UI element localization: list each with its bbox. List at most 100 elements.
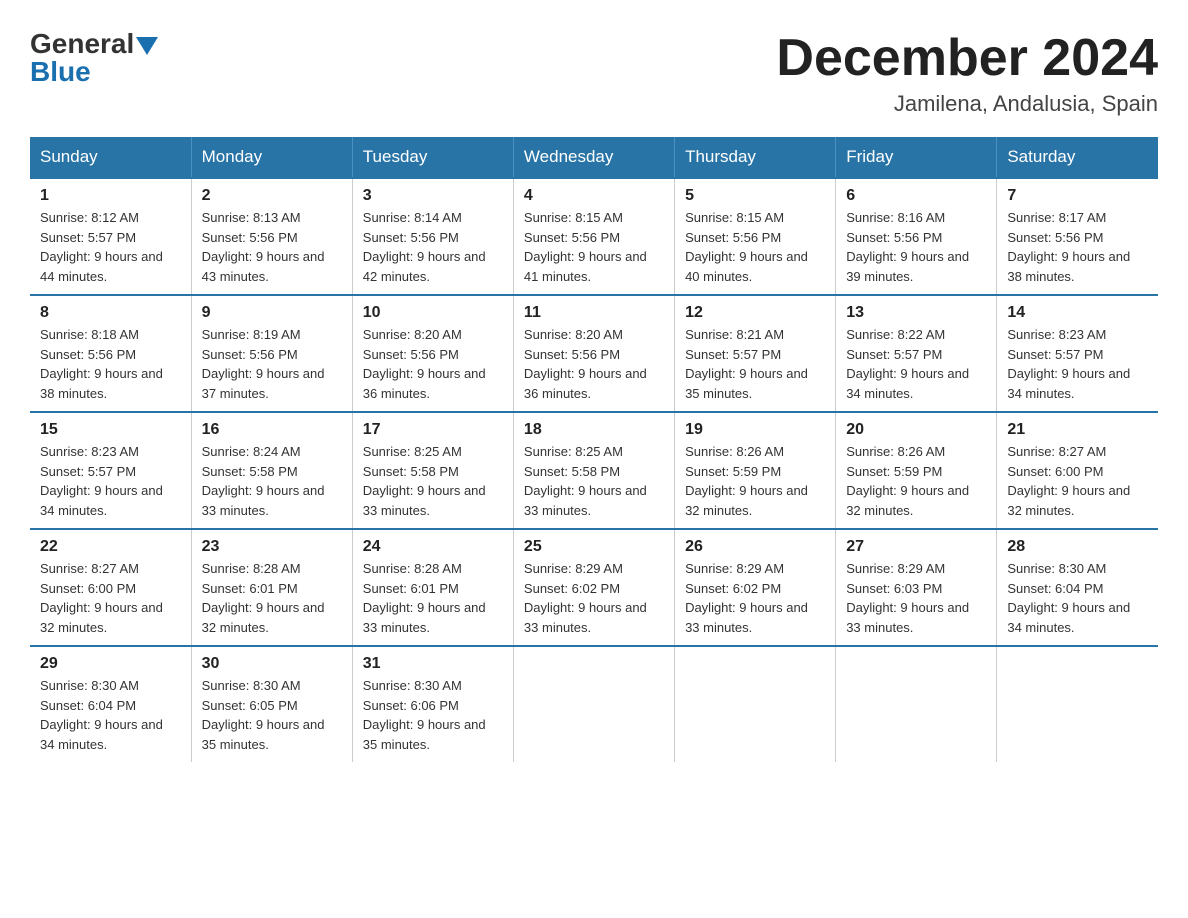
day-number: 2	[202, 187, 342, 205]
day-info: Sunrise: 8:28 AMSunset: 6:01 PMDaylight:…	[363, 559, 503, 637]
day-info: Sunrise: 8:29 AMSunset: 6:02 PMDaylight:…	[685, 559, 825, 637]
calendar-cell: 8 Sunrise: 8:18 AMSunset: 5:56 PMDaylight…	[30, 295, 191, 412]
day-info: Sunrise: 8:26 AMSunset: 5:59 PMDaylight:…	[846, 442, 986, 520]
day-info: Sunrise: 8:19 AMSunset: 5:56 PMDaylight:…	[202, 325, 342, 403]
calendar-cell: 11 Sunrise: 8:20 AMSunset: 5:56 PMDayligh…	[513, 295, 674, 412]
logo-general-text: General	[30, 30, 134, 58]
weekday-header-row: SundayMondayTuesdayWednesdayThursdayFrid…	[30, 137, 1158, 178]
day-number: 29	[40, 655, 181, 673]
calendar-week-row: 8 Sunrise: 8:18 AMSunset: 5:56 PMDaylight…	[30, 295, 1158, 412]
day-info: Sunrise: 8:23 AMSunset: 5:57 PMDaylight:…	[40, 442, 181, 520]
day-number: 10	[363, 304, 503, 322]
day-number: 14	[1007, 304, 1148, 322]
calendar-cell: 25 Sunrise: 8:29 AMSunset: 6:02 PMDayligh…	[513, 529, 674, 646]
day-number: 12	[685, 304, 825, 322]
calendar-cell: 31Sunrise: 8:30 AMSunset: 6:06 PMDayligh…	[352, 646, 513, 762]
day-number: 13	[846, 304, 986, 322]
day-number: 5	[685, 187, 825, 205]
day-number: 23	[202, 538, 342, 556]
day-info: Sunrise: 8:27 AMSunset: 6:00 PMDaylight:…	[40, 559, 181, 637]
day-info: Sunrise: 8:12 AMSunset: 5:57 PMDaylight:…	[40, 208, 181, 286]
day-number: 11	[524, 304, 664, 322]
day-info: Sunrise: 8:25 AMSunset: 5:58 PMDaylight:…	[363, 442, 503, 520]
calendar-cell: 18 Sunrise: 8:25 AMSunset: 5:58 PMDayligh…	[513, 412, 674, 529]
calendar-week-row: 22Sunrise: 8:27 AMSunset: 6:00 PMDayligh…	[30, 529, 1158, 646]
calendar-cell: 15 Sunrise: 8:23 AMSunset: 5:57 PMDayligh…	[30, 412, 191, 529]
calendar-cell: 24 Sunrise: 8:28 AMSunset: 6:01 PMDayligh…	[352, 529, 513, 646]
day-number: 3	[363, 187, 503, 205]
calendar-cell	[675, 646, 836, 762]
calendar-cell: 13Sunrise: 8:22 AMSunset: 5:57 PMDayligh…	[836, 295, 997, 412]
calendar-cell: 6Sunrise: 8:16 AMSunset: 5:56 PMDaylight…	[836, 178, 997, 295]
day-number: 18	[524, 421, 664, 439]
calendar-cell: 10 Sunrise: 8:20 AMSunset: 5:56 PMDayligh…	[352, 295, 513, 412]
day-number: 30	[202, 655, 342, 673]
day-info: Sunrise: 8:30 AMSunset: 6:04 PMDaylight:…	[1007, 559, 1148, 637]
calendar-cell: 12 Sunrise: 8:21 AMSunset: 5:57 PMDayligh…	[675, 295, 836, 412]
day-number: 27	[846, 538, 986, 556]
day-info: Sunrise: 8:18 AMSunset: 5:56 PMDaylight:…	[40, 325, 181, 403]
day-info: Sunrise: 8:25 AMSunset: 5:58 PMDaylight:…	[524, 442, 664, 520]
calendar-cell: 20 Sunrise: 8:26 AMSunset: 5:59 PMDayligh…	[836, 412, 997, 529]
calendar-cell: 17Sunrise: 8:25 AMSunset: 5:58 PMDayligh…	[352, 412, 513, 529]
day-info: Sunrise: 8:30 AMSunset: 6:05 PMDaylight:…	[202, 676, 342, 754]
calendar-cell	[513, 646, 674, 762]
calendar-cell: 26Sunrise: 8:29 AMSunset: 6:02 PMDayligh…	[675, 529, 836, 646]
day-info: Sunrise: 8:27 AMSunset: 6:00 PMDaylight:…	[1007, 442, 1148, 520]
calendar-cell: 28 Sunrise: 8:30 AMSunset: 6:04 PMDayligh…	[997, 529, 1158, 646]
calendar-cell: 27Sunrise: 8:29 AMSunset: 6:03 PMDayligh…	[836, 529, 997, 646]
day-info: Sunrise: 8:15 AMSunset: 5:56 PMDaylight:…	[685, 208, 825, 286]
day-info: Sunrise: 8:28 AMSunset: 6:01 PMDaylight:…	[202, 559, 342, 637]
calendar-cell: 9 Sunrise: 8:19 AMSunset: 5:56 PMDaylight…	[191, 295, 352, 412]
calendar-cell: 21Sunrise: 8:27 AMSunset: 6:00 PMDayligh…	[997, 412, 1158, 529]
calendar-cell: 7 Sunrise: 8:17 AMSunset: 5:56 PMDaylight…	[997, 178, 1158, 295]
day-number: 24	[363, 538, 503, 556]
day-number: 4	[524, 187, 664, 205]
calendar-cell: 16 Sunrise: 8:24 AMSunset: 5:58 PMDayligh…	[191, 412, 352, 529]
weekday-header-sunday: Sunday	[30, 137, 191, 178]
day-info: Sunrise: 8:17 AMSunset: 5:56 PMDaylight:…	[1007, 208, 1148, 286]
day-number: 9	[202, 304, 342, 322]
calendar-week-row: 29 Sunrise: 8:30 AMSunset: 6:04 PMDayligh…	[30, 646, 1158, 762]
day-info: Sunrise: 8:20 AMSunset: 5:56 PMDaylight:…	[524, 325, 664, 403]
weekday-header-monday: Monday	[191, 137, 352, 178]
logo-blue-text: Blue	[30, 58, 91, 86]
day-info: Sunrise: 8:16 AMSunset: 5:56 PMDaylight:…	[846, 208, 986, 286]
day-number: 19	[685, 421, 825, 439]
day-info: Sunrise: 8:21 AMSunset: 5:57 PMDaylight:…	[685, 325, 825, 403]
day-info: Sunrise: 8:29 AMSunset: 6:02 PMDaylight:…	[524, 559, 664, 637]
calendar-cell: 4 Sunrise: 8:15 AMSunset: 5:56 PMDaylight…	[513, 178, 674, 295]
day-number: 1	[40, 187, 181, 205]
weekday-header-friday: Friday	[836, 137, 997, 178]
calendar-cell: 19 Sunrise: 8:26 AMSunset: 5:59 PMDayligh…	[675, 412, 836, 529]
calendar-week-row: 15 Sunrise: 8:23 AMSunset: 5:57 PMDayligh…	[30, 412, 1158, 529]
day-number: 16	[202, 421, 342, 439]
day-number: 15	[40, 421, 181, 439]
logo: General Blue	[30, 30, 158, 86]
calendar-cell: 14Sunrise: 8:23 AMSunset: 5:57 PMDayligh…	[997, 295, 1158, 412]
calendar-cell: 29 Sunrise: 8:30 AMSunset: 6:04 PMDayligh…	[30, 646, 191, 762]
location-title: Jamilena, Andalusia, Spain	[776, 91, 1158, 117]
day-number: 8	[40, 304, 181, 322]
month-title: December 2024	[776, 30, 1158, 87]
calendar-cell: 30 Sunrise: 8:30 AMSunset: 6:05 PMDayligh…	[191, 646, 352, 762]
day-info: Sunrise: 8:20 AMSunset: 5:56 PMDaylight:…	[363, 325, 503, 403]
calendar-cell: 3Sunrise: 8:14 AMSunset: 5:56 PMDaylight…	[352, 178, 513, 295]
weekday-header-saturday: Saturday	[997, 137, 1158, 178]
weekday-header-wednesday: Wednesday	[513, 137, 674, 178]
calendar-cell: 2Sunrise: 8:13 AMSunset: 5:56 PMDaylight…	[191, 178, 352, 295]
day-number: 28	[1007, 538, 1148, 556]
calendar-cell: 5 Sunrise: 8:15 AMSunset: 5:56 PMDaylight…	[675, 178, 836, 295]
calendar-cell: 1 Sunrise: 8:12 AMSunset: 5:57 PMDaylight…	[30, 178, 191, 295]
day-info: Sunrise: 8:30 AMSunset: 6:04 PMDaylight:…	[40, 676, 181, 754]
page-header: General Blue December 2024 Jamilena, And…	[30, 30, 1158, 117]
day-info: Sunrise: 8:26 AMSunset: 5:59 PMDaylight:…	[685, 442, 825, 520]
day-info: Sunrise: 8:30 AMSunset: 6:06 PMDaylight:…	[363, 676, 503, 754]
weekday-header-tuesday: Tuesday	[352, 137, 513, 178]
day-number: 7	[1007, 187, 1148, 205]
day-number: 25	[524, 538, 664, 556]
day-number: 20	[846, 421, 986, 439]
day-info: Sunrise: 8:15 AMSunset: 5:56 PMDaylight:…	[524, 208, 664, 286]
day-info: Sunrise: 8:24 AMSunset: 5:58 PMDaylight:…	[202, 442, 342, 520]
weekday-header-thursday: Thursday	[675, 137, 836, 178]
